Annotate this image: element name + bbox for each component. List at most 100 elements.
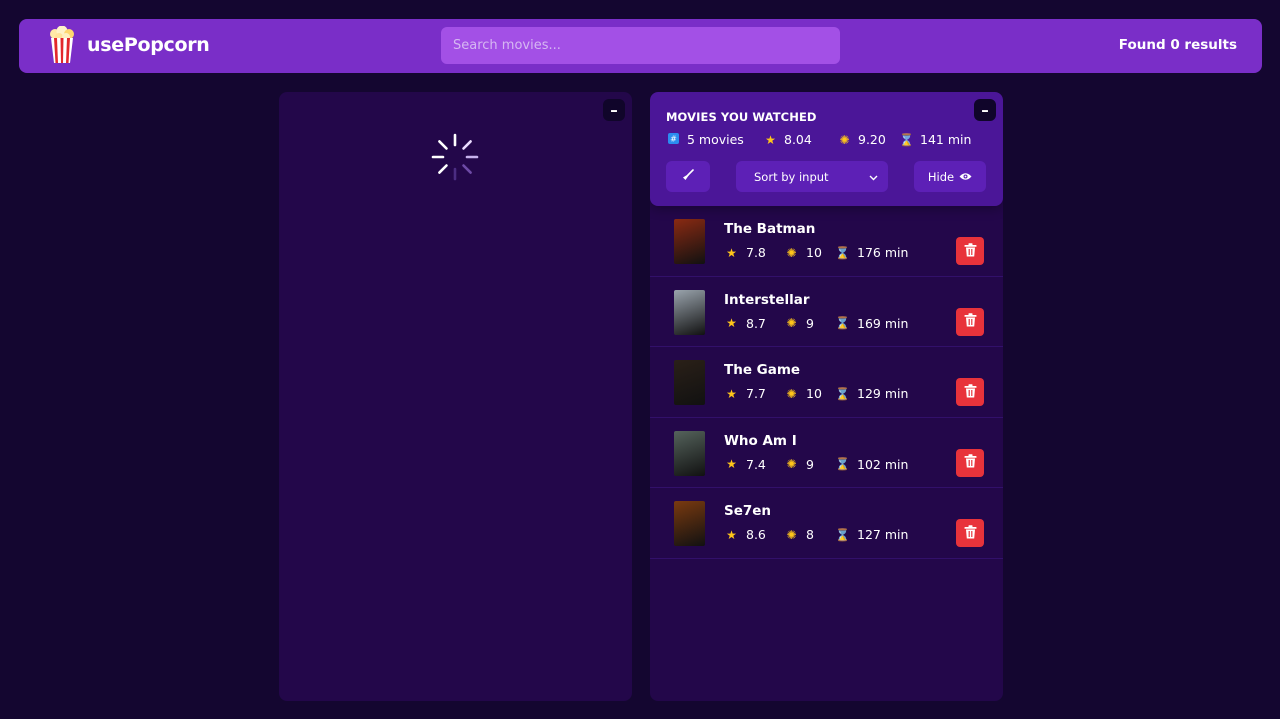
movie-imdb: ★ 8.6 [724,527,784,542]
movie-imdb: ★ 7.7 [724,386,784,401]
movie-imdb-value: 7.4 [746,456,766,472]
trash-icon [964,524,977,543]
movie-poster [674,360,705,406]
svg-text:#: # [670,134,677,143]
hourglass-icon: ⌛ [899,132,914,147]
hourglass-icon: ⌛ [835,316,850,331]
movie-title: The Batman [724,221,816,237]
sort-select[interactable]: Sort by input [736,161,888,192]
summary-imdb: ★ 8.04 [763,132,837,147]
movie-user: ✺ 10 [784,386,835,401]
search-input[interactable] [441,27,840,64]
movie-user-value: 9 [806,456,814,472]
star-icon: ★ [765,132,776,147]
watched-movie-item[interactable]: Se7en ★ 8.6 ✺ 8 ⌛ 127 min [650,488,1003,559]
hourglass-icon: ⌛ [835,527,850,542]
eye-icon [959,170,972,184]
movie-runtime: ⌛ 127 min [835,527,908,542]
app-name: usePopcorn [87,34,210,56]
sun-icon: ✺ [786,316,797,331]
summary-stats: # 5 movies ★ 8.04 ✺ 9.20 ⌛ 141 min [666,132,971,147]
sort-label: Sort by input [754,169,829,184]
star-icon: ★ [726,386,737,401]
hide-button[interactable]: Hide [914,161,986,192]
summary-runtime: ⌛ 141 min [899,132,971,147]
movie-imdb: ★ 7.8 [724,245,784,260]
movie-imdb: ★ 8.7 [724,316,784,331]
chevron-down-icon [869,170,878,184]
movie-stats: ★ 7.7 ✺ 10 ⌛ 129 min [724,386,908,401]
watched-movie-item[interactable]: The Game ★ 7.7 ✺ 10 ⌛ 129 min [650,347,1003,418]
sun-icon: ✺ [786,457,797,472]
summary-runtime-value: 141 min [920,132,972,147]
movie-user: ✺ 9 [784,316,835,331]
star-icon: ★ [726,245,737,260]
movie-user: ✺ 8 [784,527,835,542]
watched-movie-item[interactable]: Who Am I ★ 7.4 ✺ 9 ⌛ 102 min [650,418,1003,489]
movie-runtime: ⌛ 129 min [835,386,908,401]
watched-box: – Movies you watched # 5 movies ★ 8.04 ✺… [650,92,1003,701]
movie-poster [674,219,705,264]
star-icon: ★ [726,527,737,542]
clear-list-button[interactable] [666,161,710,192]
hash-icon: # [666,132,681,147]
movie-stats: ★ 7.4 ✺ 9 ⌛ 102 min [724,457,908,472]
delete-movie-button[interactable] [956,378,984,407]
movie-title: Se7en [724,503,772,520]
movie-runtime-value: 169 min [857,315,909,331]
movie-imdb-value: 8.6 [746,527,766,543]
hourglass-icon: ⌛ [835,245,850,260]
movie-user: ✺ 9 [784,457,835,472]
movie-imdb: ★ 7.4 [724,457,784,472]
collapse-right-button[interactable]: – [974,99,996,121]
logo: usePopcorn [49,25,210,64]
movie-runtime: ⌛ 176 min [835,245,908,260]
movie-title: Who Am I [724,432,797,449]
movie-runtime-value: 129 min [857,386,909,402]
popcorn-icon [49,25,75,64]
summary-user: ✺ 9.20 [837,132,899,147]
delete-movie-button[interactable] [956,307,984,336]
hourglass-icon: ⌛ [835,457,850,472]
movie-imdb-value: 7.8 [746,245,766,260]
watched-movie-item[interactable]: Interstellar ★ 8.7 ✺ 9 ⌛ 169 min [650,277,1003,348]
watched-movie-item[interactable]: The Batman ★ 7.8 ✺ 10 ⌛ 176 min [650,206,1003,277]
summary-imdb-value: 8.04 [784,132,812,147]
trash-icon [964,312,977,331]
sun-icon: ✺ [786,386,797,401]
watched-summary: Movies you watched # 5 movies ★ 8.04 ✺ 9… [650,92,1003,206]
movie-stats: ★ 8.7 ✺ 9 ⌛ 169 min [724,316,908,331]
hide-label: Hide [927,169,955,184]
star-icon: ★ [726,316,737,331]
top-nav: usePopcorn Found 0 results [19,19,1262,73]
delete-movie-button[interactable] [956,448,984,477]
watched-list: The Batman ★ 7.8 ✺ 10 ⌛ 176 min Interste… [650,206,1003,559]
results-count: Found 0 results [1118,37,1237,53]
trash-icon [964,453,977,472]
movie-stats: ★ 7.8 ✺ 10 ⌛ 176 min [724,245,908,260]
delete-movie-button[interactable] [956,519,984,548]
movie-poster [674,289,705,335]
summary-count-value: 5 movies [687,132,744,147]
sun-icon: ✺ [786,527,797,542]
loading-spinner-icon [430,132,480,182]
movie-title: The Game [724,362,801,379]
sun-icon: ✺ [839,132,850,147]
summary-count: # 5 movies [666,132,763,147]
movie-user-value: 10 [806,245,822,260]
star-icon: ★ [726,457,737,472]
delete-movie-button[interactable] [956,237,984,265]
movie-runtime-value: 102 min [857,456,909,472]
movie-imdb-value: 8.7 [746,315,766,331]
collapse-left-button[interactable]: – [603,99,625,121]
movie-user-value: 8 [806,527,814,543]
search-results-box: – [279,92,632,701]
broom-icon [681,168,695,186]
summary-user-value: 9.20 [858,132,886,147]
movie-poster [674,430,705,476]
movie-user: ✺ 10 [784,245,835,260]
summary-title: Movies you watched [666,110,817,124]
movie-runtime-value: 176 min [857,245,909,260]
trash-icon [964,383,977,402]
movie-stats: ★ 8.6 ✺ 8 ⌛ 127 min [724,527,908,542]
